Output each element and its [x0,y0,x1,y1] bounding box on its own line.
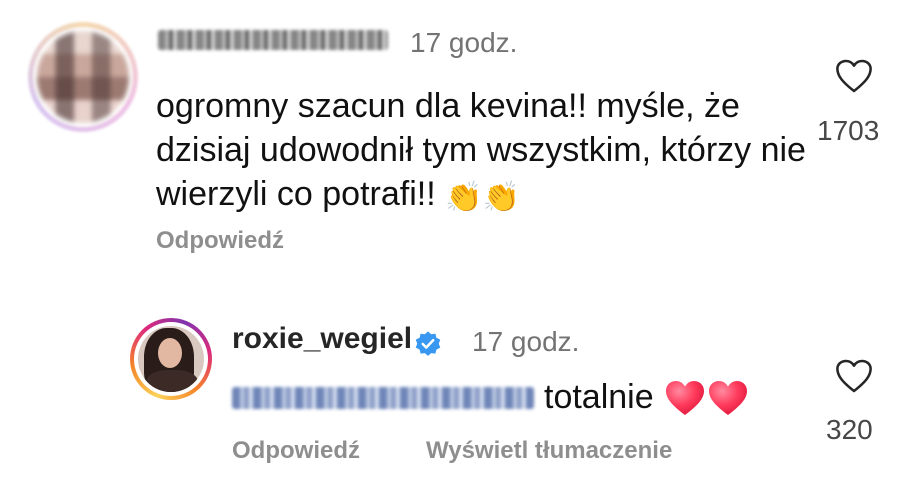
heart-outline-icon[interactable] [835,358,873,394]
reply-text: totalnie [544,378,654,416]
commenter-avatar[interactable] [28,22,138,132]
mention-link-blurred[interactable] [232,387,534,409]
avatar-shoulder [146,370,198,392]
replier-username[interactable]: roxie_wegiel [232,322,412,356]
comment-timestamp: 17 godz. [410,27,518,58]
verified-badge-icon [415,331,441,356]
avatar-photo-pixelated [37,31,129,123]
replier-avatar[interactable] [130,318,212,400]
avatar-inner [134,322,208,396]
avatar-photo [138,326,204,392]
show-translation-button[interactable]: Wyświetl tłumaczenie [426,437,672,465]
like-count: 1703 [817,115,880,146]
reply-timestamp: 17 godz. [472,326,580,357]
heart-outline-icon[interactable] [835,58,873,94]
clapping-hands-emoji: 👏👏 [445,181,520,214]
commenter-username-blurred[interactable] [158,30,388,50]
comment-text: ogromny szacun dla kevina!! myśle, że dz… [156,84,836,216]
reply-button[interactable]: Odpowiedź [156,227,284,255]
avatar-face [158,338,182,368]
like-count: 320 [826,414,873,445]
red-hearts-emoji [666,381,747,415]
avatar-inner [33,27,133,127]
reply-button[interactable]: Odpowiedź [232,437,360,465]
